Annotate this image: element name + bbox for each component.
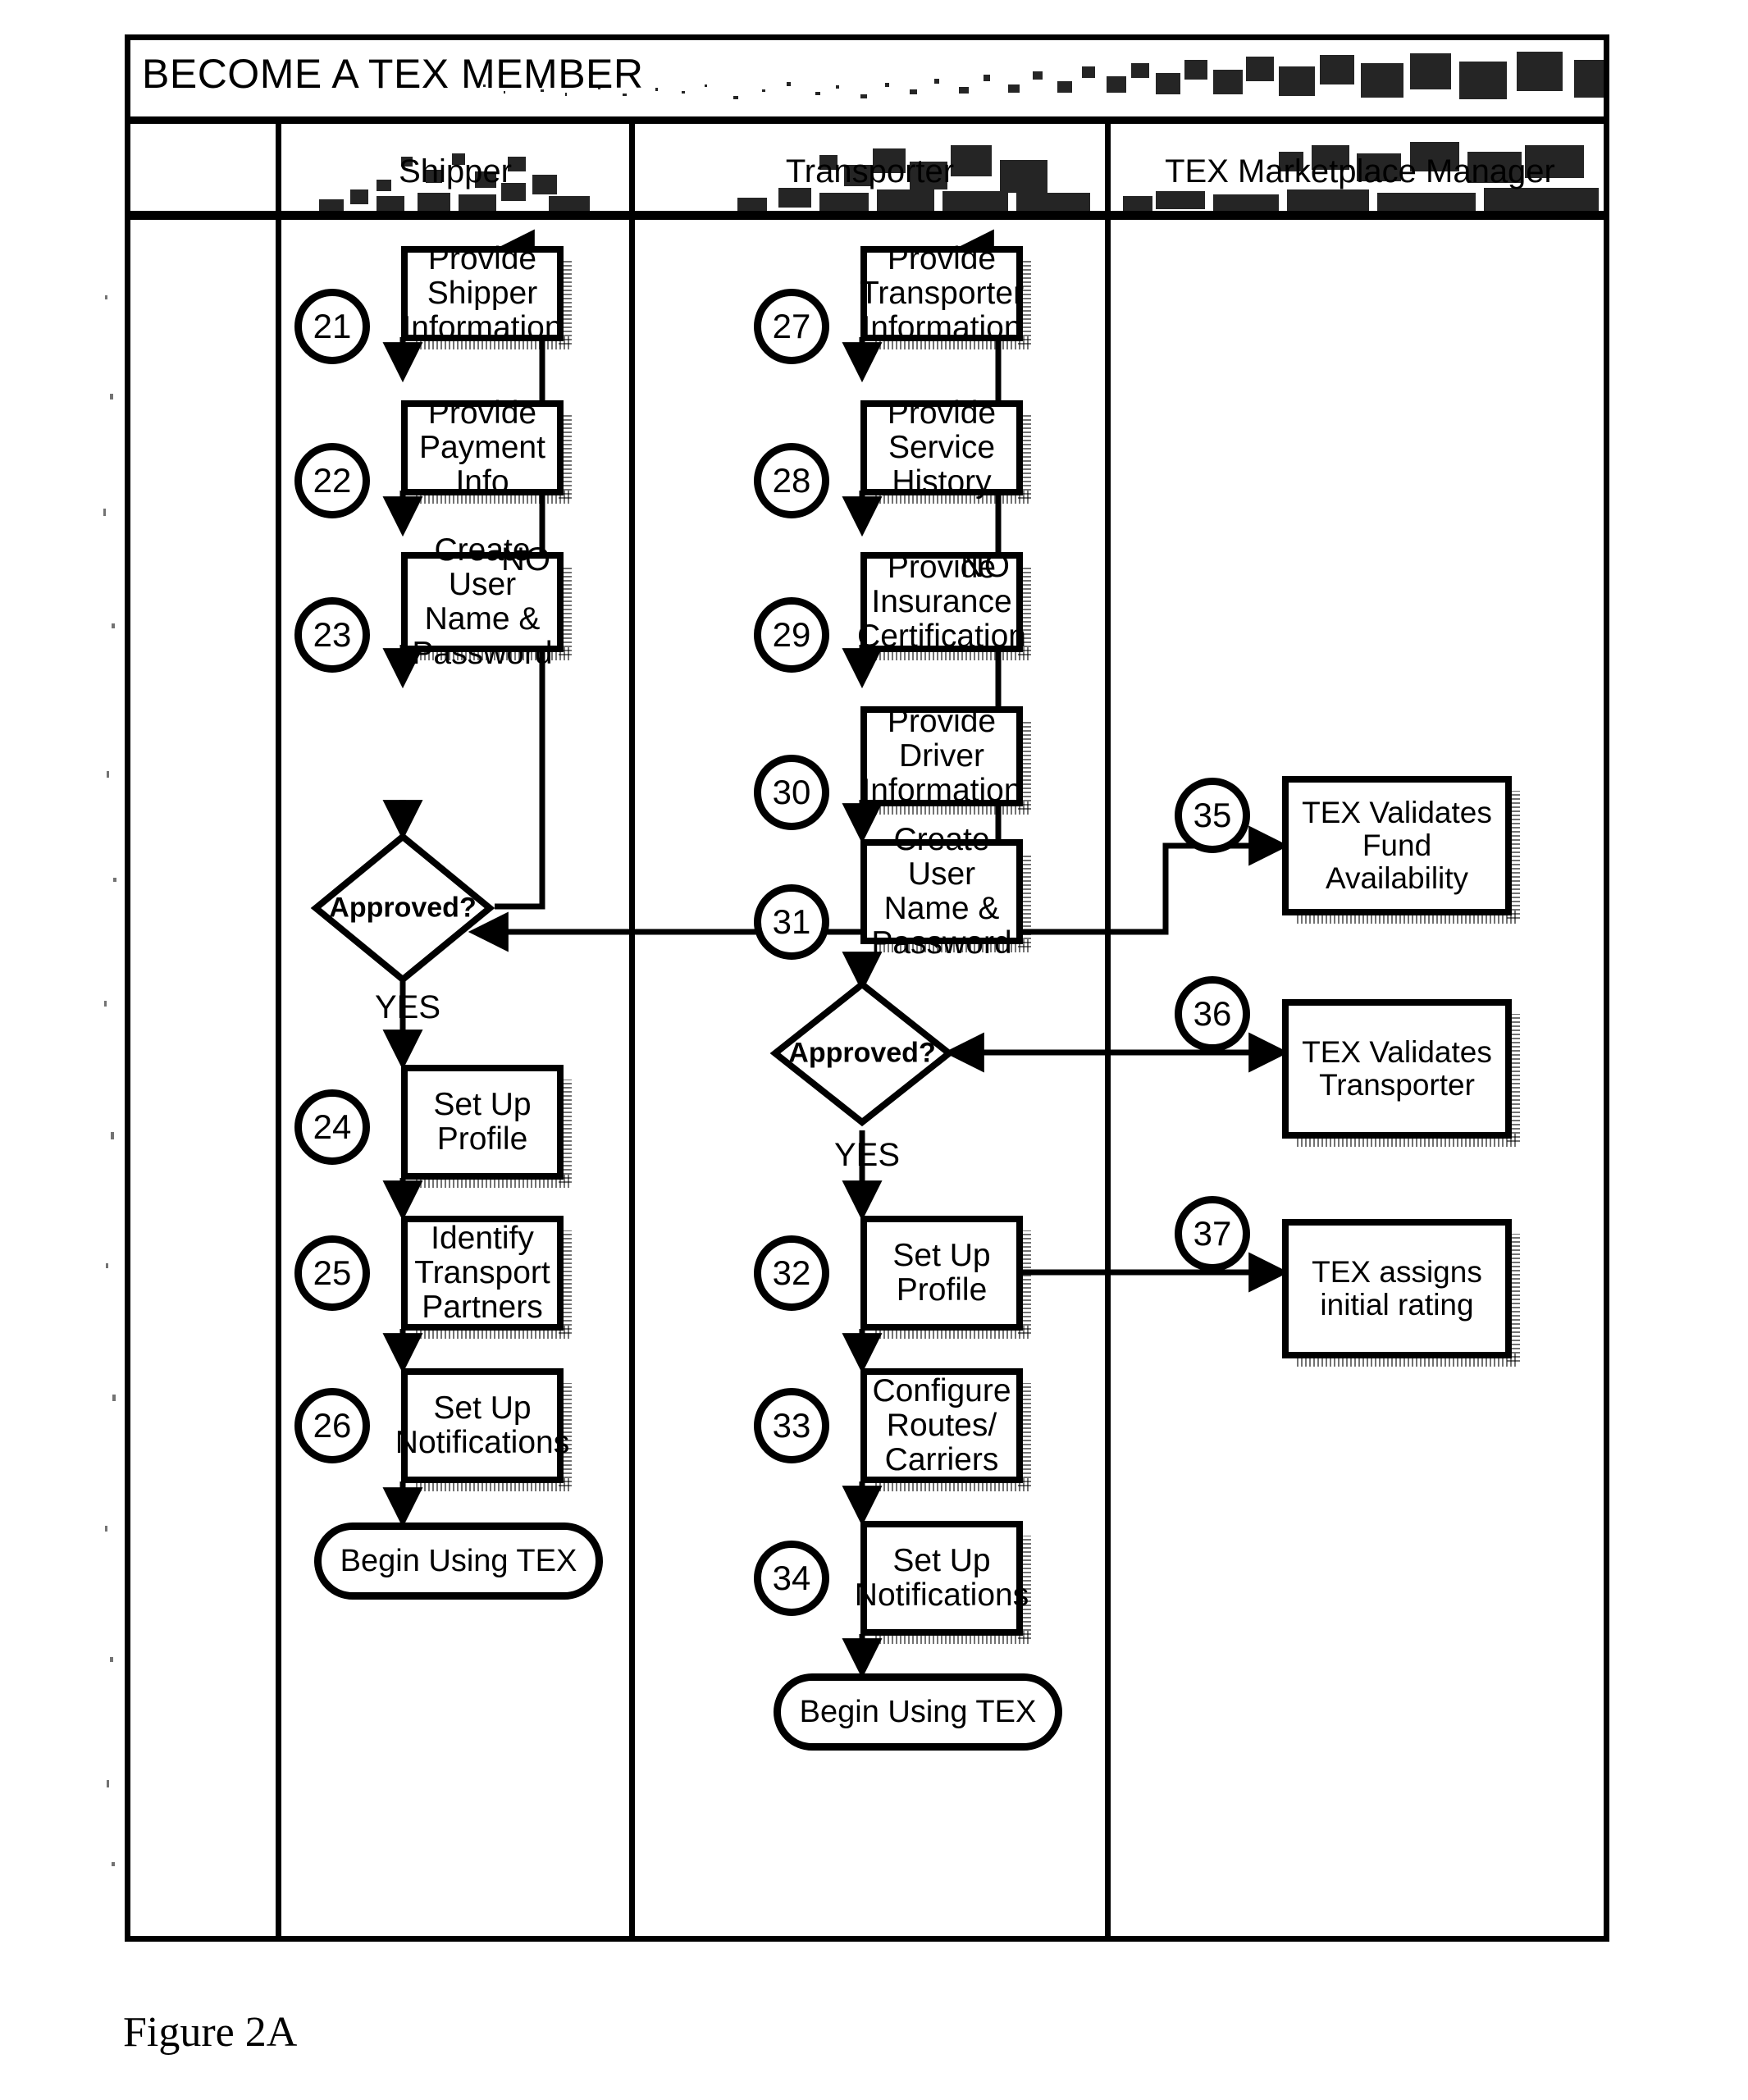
lane-body: 21 Provide Shipper Information 22 Provid… <box>130 220 1604 1937</box>
diagram-title: BECOME A TEX MEMBER <box>142 51 644 97</box>
lane-header-tex: TEX Marketplace Manager <box>1111 124 1609 220</box>
lane-divider-left-margin <box>276 220 281 1937</box>
node-create-user-name-password-transporter[interactable]: Create User Name & Password <box>860 822 1031 961</box>
ref-circle-33: 33 <box>754 1388 829 1463</box>
ref-circle-24: 24 <box>294 1089 370 1165</box>
node-set-up-profile-transporter[interactable]: Set Up Profile <box>860 1216 1031 1339</box>
lane-divider-shipper-transporter <box>629 220 635 1937</box>
lane-header-shipper-label: Shipper <box>399 153 512 189</box>
lane-header-divider-1 <box>629 124 635 220</box>
node-set-up-notifications-transporter[interactable]: Set Up Notifications <box>855 1521 1031 1644</box>
diagram-title-band: BECOME A TEX MEMBER <box>130 40 1607 124</box>
edge-label-no-transporter: NO <box>961 548 1010 584</box>
lane-header-shipper: Shipper <box>281 124 629 220</box>
edge-label-yes-shipper: YES <box>375 989 441 1025</box>
node-provide-payment-info[interactable]: Provide Payment Info <box>401 395 572 504</box>
diagram-frame: BECOME A TEX MEMBER Shipper Transporter … <box>125 34 1609 1942</box>
lane-header-divider-left <box>276 124 281 220</box>
ref-circle-30: 30 <box>754 755 829 830</box>
decision-approved-shipper[interactable]: Approved? <box>310 832 495 984</box>
lane-header-transporter: Transporter <box>635 124 1105 220</box>
terminal-begin-using-tex-transporter[interactable]: Begin Using TEX <box>774 1673 1062 1751</box>
lane-header-transporter-label: Transporter <box>785 153 955 189</box>
node-set-up-notifications-shipper[interactable]: Set Up Notifications <box>395 1368 572 1491</box>
ref-circle-37: 37 <box>1175 1196 1250 1271</box>
ref-circle-26: 26 <box>294 1388 370 1463</box>
ref-circle-35: 35 <box>1175 778 1250 853</box>
decision-approved-transporter[interactable]: Approved? <box>769 979 955 1127</box>
lane-divider-transporter-tex <box>1105 220 1111 1937</box>
node-provide-shipper-information[interactable]: Provide Shipper Information <box>401 241 572 349</box>
node-provide-driver-information[interactable]: Provide Driver Information <box>860 704 1031 815</box>
node-tex-assigns-initial-rating[interactable]: TEX assigns initial rating <box>1282 1219 1520 1367</box>
lane-header-band: Shipper Transporter TEX Marketplace Mana… <box>130 124 1604 220</box>
edge-label-yes-transporter: YES <box>834 1137 901 1173</box>
node-tex-validates-fund-availability[interactable]: TEX Validates Fund Availability <box>1282 776 1520 924</box>
ref-circle-34: 34 <box>754 1541 829 1616</box>
ref-circle-29: 29 <box>754 597 829 673</box>
ref-circle-27: 27 <box>754 289 829 364</box>
terminal-begin-using-tex-shipper[interactable]: Begin Using TEX <box>314 1522 603 1600</box>
lane-header-divider-2 <box>1105 124 1111 220</box>
ref-circle-22: 22 <box>294 443 370 518</box>
ref-circle-31: 31 <box>754 884 829 960</box>
ref-circle-23: 23 <box>294 597 370 673</box>
node-tex-validates-transporter[interactable]: TEX Validates Transporter <box>1282 999 1520 1147</box>
node-provide-transporter-information[interactable]: Provide Transporter Information <box>860 241 1031 349</box>
ref-circle-28: 28 <box>754 443 829 518</box>
ref-circle-32: 32 <box>754 1235 829 1311</box>
ref-circle-21: 21 <box>294 289 370 364</box>
node-identify-transport-partners[interactable]: Identify Transport Partners <box>401 1216 572 1339</box>
edge-label-no-shipper: NO <box>501 541 550 578</box>
node-provide-service-history[interactable]: Provide Service History <box>860 395 1031 504</box>
ref-circle-36: 36 <box>1175 976 1250 1052</box>
node-set-up-profile-shipper[interactable]: Set Up Profile <box>401 1065 572 1188</box>
lane-header-tex-label: TEX Marketplace Manager <box>1165 153 1555 189</box>
node-configure-routes-carriers[interactable]: Configure Routes/ Carriers <box>860 1368 1031 1491</box>
ref-circle-25: 25 <box>294 1235 370 1311</box>
figure-page: BECOME A TEX MEMBER Shipper Transporter … <box>0 0 1748 2100</box>
figure-caption: Figure 2A <box>123 2009 298 2056</box>
